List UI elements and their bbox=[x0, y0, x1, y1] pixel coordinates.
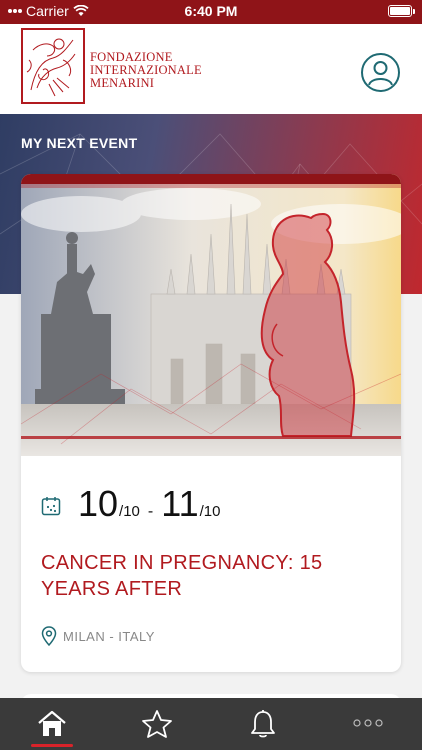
bottom-tab-bar bbox=[0, 698, 422, 750]
end-day: 11 bbox=[161, 483, 199, 524]
tab-home[interactable] bbox=[17, 698, 87, 750]
user-circle-icon bbox=[368, 61, 393, 86]
date-separator: - bbox=[147, 503, 154, 520]
tab-notifications[interactable] bbox=[228, 698, 298, 750]
tab-favorites[interactable] bbox=[122, 698, 192, 750]
section-title: MY NEXT EVENT bbox=[21, 135, 138, 151]
home-icon bbox=[38, 710, 66, 736]
app-header: FONDAZIONE INTERNAZIONALE MENARINI bbox=[0, 24, 422, 114]
star-icon bbox=[142, 710, 172, 738]
end-month: /10 bbox=[199, 503, 221, 520]
event-title[interactable]: CANCER IN PREGNANCY: 15 YEARS AFTER bbox=[41, 550, 371, 602]
status-bar: Carrier 6:40 PM bbox=[0, 0, 422, 24]
event-image[interactable] bbox=[21, 174, 401, 456]
logo-line: MENARINI bbox=[90, 76, 155, 90]
battery-icon bbox=[388, 5, 415, 17]
status-time: 6:40 PM bbox=[184, 3, 238, 19]
event-dates: 10 /10 - 11 /10 bbox=[78, 484, 220, 524]
event-card[interactable]: 10 /10 - 11 /10 CANCER IN PREGNANCY: 15 … bbox=[21, 174, 401, 672]
active-tab-indicator bbox=[31, 744, 73, 747]
tab-more[interactable] bbox=[333, 698, 403, 750]
event-location: MILAN - ITALY bbox=[41, 626, 155, 646]
location-label: MILAN - ITALY bbox=[63, 628, 155, 644]
profile-button[interactable] bbox=[361, 53, 400, 92]
more-icon bbox=[353, 719, 383, 727]
calendar-icon bbox=[41, 497, 61, 516]
foundation-name: FONDAZIONE INTERNAZIONALE MENARINI bbox=[90, 51, 202, 90]
start-month: /10 bbox=[119, 503, 140, 520]
location-pin-icon bbox=[41, 626, 57, 646]
bell-icon bbox=[251, 710, 275, 738]
foundation-logo-emblem bbox=[21, 28, 85, 104]
start-day: 10 bbox=[78, 483, 119, 524]
